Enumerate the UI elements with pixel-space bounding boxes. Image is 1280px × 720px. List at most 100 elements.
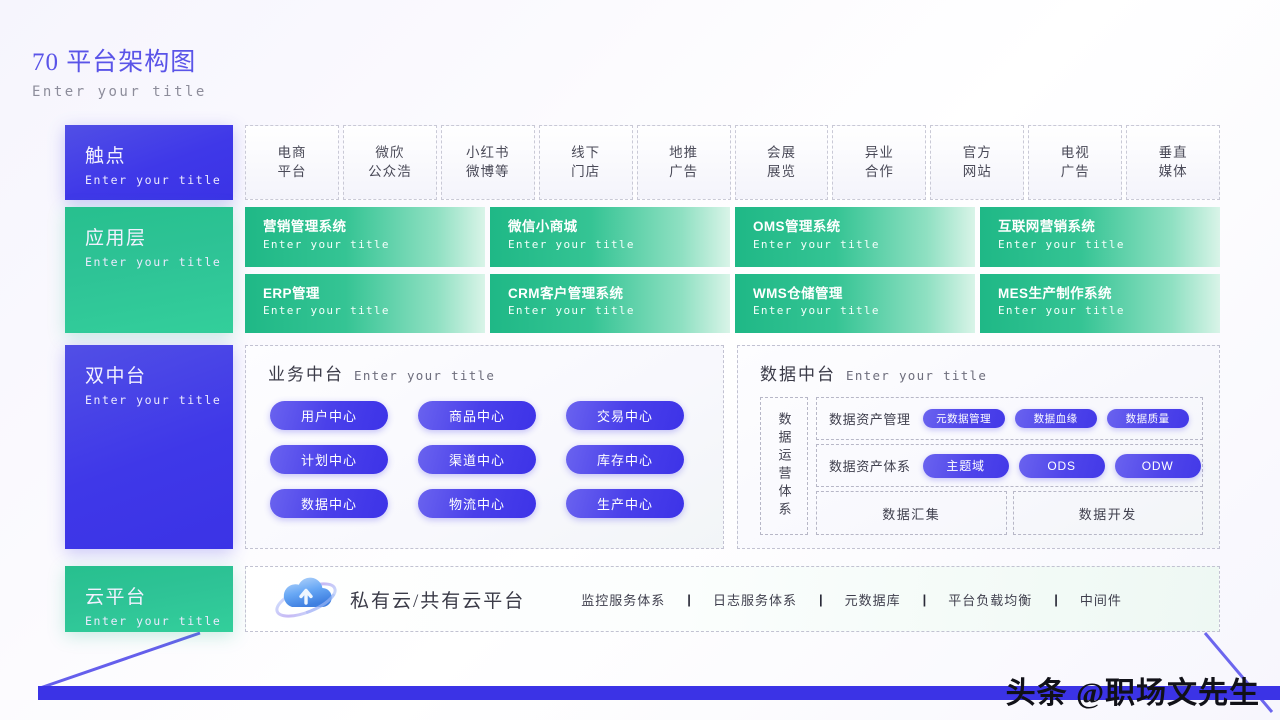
touchpoint-item[interactable]: 垂直 媒体 xyxy=(1126,125,1221,200)
layer-title: 双中台 xyxy=(85,366,147,387)
business-center-pill[interactable]: 商品中心 xyxy=(418,401,536,430)
layer-card-application[interactable]: 应用层 Enter your title xyxy=(65,207,233,333)
touchpoint-line1: 电商 xyxy=(277,145,307,161)
layer-title: 云平台 xyxy=(85,587,147,608)
cloud-service-item[interactable]: 日志服务体系 xyxy=(691,590,819,609)
cloud-service-item[interactable]: 平台负载均衡 xyxy=(926,590,1054,609)
business-center-pill[interactable]: 生产中心 xyxy=(566,489,684,518)
layer-subtitle: Enter your title xyxy=(85,392,222,407)
touchpoint-item[interactable]: 微欣 公众浩 xyxy=(342,125,437,200)
application-card[interactable]: OMS管理系统 Enter your title xyxy=(735,207,975,267)
touchpoint-line2: 广告 xyxy=(1060,163,1090,179)
architecture-diagram: 触点 Enter your title 应用层 Enter your title… xyxy=(0,0,1280,720)
data-row-label: 数据资产体系 xyxy=(829,459,911,474)
layer-card-dual-middle-platform[interactable]: 双中台 Enter your title xyxy=(65,345,233,549)
data-operations-column: 数据运营体系 xyxy=(760,397,808,535)
cloud-service-item[interactable]: 元数据库 xyxy=(823,590,923,609)
data-badge[interactable]: ODS xyxy=(1018,453,1105,478)
data-bottom-cell[interactable]: 数据汇集 xyxy=(816,491,1007,535)
layer-subtitle: Enter your title xyxy=(85,613,222,628)
touchpoint-line1: 异业 xyxy=(864,145,894,161)
application-title: 营销管理系统 xyxy=(263,219,347,234)
cloud-service-item[interactable]: 中间件 xyxy=(1058,590,1144,609)
business-center-pill[interactable]: 计划中心 xyxy=(270,445,388,474)
data-row-label: 数据资产管理 xyxy=(829,412,911,427)
business-center-pill[interactable]: 库存中心 xyxy=(566,445,684,474)
cloud-platform-bar: 私有云/共有云平台 监控服务体系 | 日志服务体系 | 元数据库 | 平台负载均… xyxy=(245,566,1220,632)
cloud-platform-title: 私有云/共有云平台 xyxy=(350,590,526,612)
data-bottom-cell[interactable]: 数据开发 xyxy=(1012,491,1203,535)
touchpoint-item[interactable]: 小红书 微博等 xyxy=(440,125,535,200)
business-center-pill[interactable]: 物流中心 xyxy=(418,489,536,518)
application-card[interactable]: ERP管理 Enter your title xyxy=(245,273,485,333)
application-card[interactable]: 营销管理系统 Enter your title xyxy=(245,207,485,267)
page-title: 70 平台架构图 xyxy=(32,49,197,76)
cloud-service-item[interactable]: 监控服务体系 xyxy=(559,590,687,609)
touchpoint-row: 电商 平台 微欣 公众浩 小红书 微博等 线下 门店 地推 广告 会展 展览 异… xyxy=(245,125,1221,200)
touchpoint-line1: 官方 xyxy=(962,145,992,161)
touchpoint-line2: 媒体 xyxy=(1158,163,1188,179)
business-center-pill[interactable]: 交易中心 xyxy=(566,401,684,430)
touchpoint-line2: 门店 xyxy=(571,163,601,179)
cloud-services-list: 监控服务体系 | 日志服务体系 | 元数据库 | 平台负载均衡 | 中间件 xyxy=(559,590,1144,609)
data-bottom-row: 数据汇集 数据开发 xyxy=(816,491,1203,535)
application-subtitle: Enter your title xyxy=(263,237,390,251)
data-badge[interactable]: 主题域 xyxy=(922,453,1009,478)
data-asset-management-row: 数据资产管理 元数据管理 数据血缘 数据质量 xyxy=(816,397,1203,440)
data-platform-subtitle: Enter your title xyxy=(846,368,988,383)
touchpoint-line1: 地推 xyxy=(669,145,699,161)
touchpoint-line1: 会展 xyxy=(766,145,796,161)
badge-group: 主题域 ODS ODW xyxy=(922,453,1201,478)
layer-card-touchpoint[interactable]: 触点 Enter your title xyxy=(65,125,233,200)
application-subtitle: Enter your title xyxy=(508,304,635,318)
data-asset-system-row: 数据资产体系 主题域 ODS ODW xyxy=(816,444,1203,487)
data-platform-body: 数据运营体系 数据资产管理 元数据管理 数据血缘 数据质量 数据资产体系 主题域… xyxy=(738,385,1219,535)
touchpoint-line1: 垂直 xyxy=(1158,145,1188,161)
data-badge[interactable]: 元数据管理 xyxy=(922,409,1005,428)
touchpoint-line2: 广告 xyxy=(669,163,699,179)
data-badge[interactable]: ODW xyxy=(1114,453,1201,478)
application-card[interactable]: WMS仓储管理 Enter your title xyxy=(735,273,975,333)
business-center-pill[interactable]: 渠道中心 xyxy=(418,445,536,474)
data-operations-label: 数据运营体系 xyxy=(776,412,792,520)
application-title: WMS仓储管理 xyxy=(753,285,843,301)
application-title: ERP管理 xyxy=(263,285,320,301)
touchpoint-item[interactable]: 电商 平台 xyxy=(245,125,339,200)
application-card[interactable]: 微信小商城 Enter your title xyxy=(490,207,730,267)
layer-title: 应用层 xyxy=(85,228,147,249)
business-center-pill[interactable]: 数据中心 xyxy=(270,489,388,518)
data-badge[interactable]: 数据质量 xyxy=(1106,409,1189,428)
application-title: 互联网营销系统 xyxy=(998,219,1096,234)
application-subtitle: Enter your title xyxy=(263,304,390,318)
data-platform-title: 数据中台 xyxy=(760,365,836,384)
data-badge[interactable]: 数据血缘 xyxy=(1014,409,1097,428)
touchpoint-item[interactable]: 电视 广告 xyxy=(1028,125,1123,200)
application-subtitle: Enter your title xyxy=(998,304,1125,318)
data-platform-panel: 数据中台 Enter your title 数据运营体系 数据资产管理 元数据管… xyxy=(737,345,1220,549)
layer-subtitle: Enter your title xyxy=(85,254,222,269)
application-card[interactable]: 互联网营销系统 Enter your title xyxy=(980,207,1220,267)
touchpoint-line1: 微欣 xyxy=(375,145,405,161)
data-platform-header: 数据中台 Enter your title xyxy=(738,346,1219,385)
application-subtitle: Enter your title xyxy=(753,237,880,251)
touchpoint-item[interactable]: 会展 展览 xyxy=(734,125,829,200)
application-subtitle: Enter your title xyxy=(998,237,1125,251)
application-card[interactable]: CRM客户管理系统 Enter your title xyxy=(490,273,730,333)
application-title: OMS管理系统 xyxy=(753,219,841,234)
business-center-pill[interactable]: 用户中心 xyxy=(270,401,388,430)
layer-title: 触点 xyxy=(85,146,127,167)
layer-card-cloud-platform[interactable]: 云平台 Enter your title xyxy=(65,566,233,632)
badge-group: 元数据管理 数据血缘 数据质量 xyxy=(922,409,1189,428)
data-platform-content: 数据资产管理 元数据管理 数据血缘 数据质量 数据资产体系 主题域 ODS OD… xyxy=(816,397,1203,535)
touchpoint-item[interactable]: 异业 合作 xyxy=(832,125,927,200)
business-platform-header: 业务中台 Enter your title xyxy=(246,346,723,385)
application-card[interactable]: MES生产制作系统 Enter your title xyxy=(980,273,1220,333)
layer-subtitle: Enter your title xyxy=(85,172,222,187)
business-platform-title: 业务中台 xyxy=(268,365,344,384)
touchpoint-item[interactable]: 官方 网站 xyxy=(930,125,1025,200)
touchpoint-line2: 平台 xyxy=(277,163,307,179)
touchpoint-item[interactable]: 地推 广告 xyxy=(636,125,731,200)
touchpoint-item[interactable]: 线下 门店 xyxy=(538,125,633,200)
business-platform-panel: 业务中台 Enter your title 用户中心 商品中心 交易中心 计划中… xyxy=(245,345,724,549)
business-center-grid: 用户中心 商品中心 交易中心 计划中心 渠道中心 库存中心 数据中心 物流中心 … xyxy=(246,385,723,518)
